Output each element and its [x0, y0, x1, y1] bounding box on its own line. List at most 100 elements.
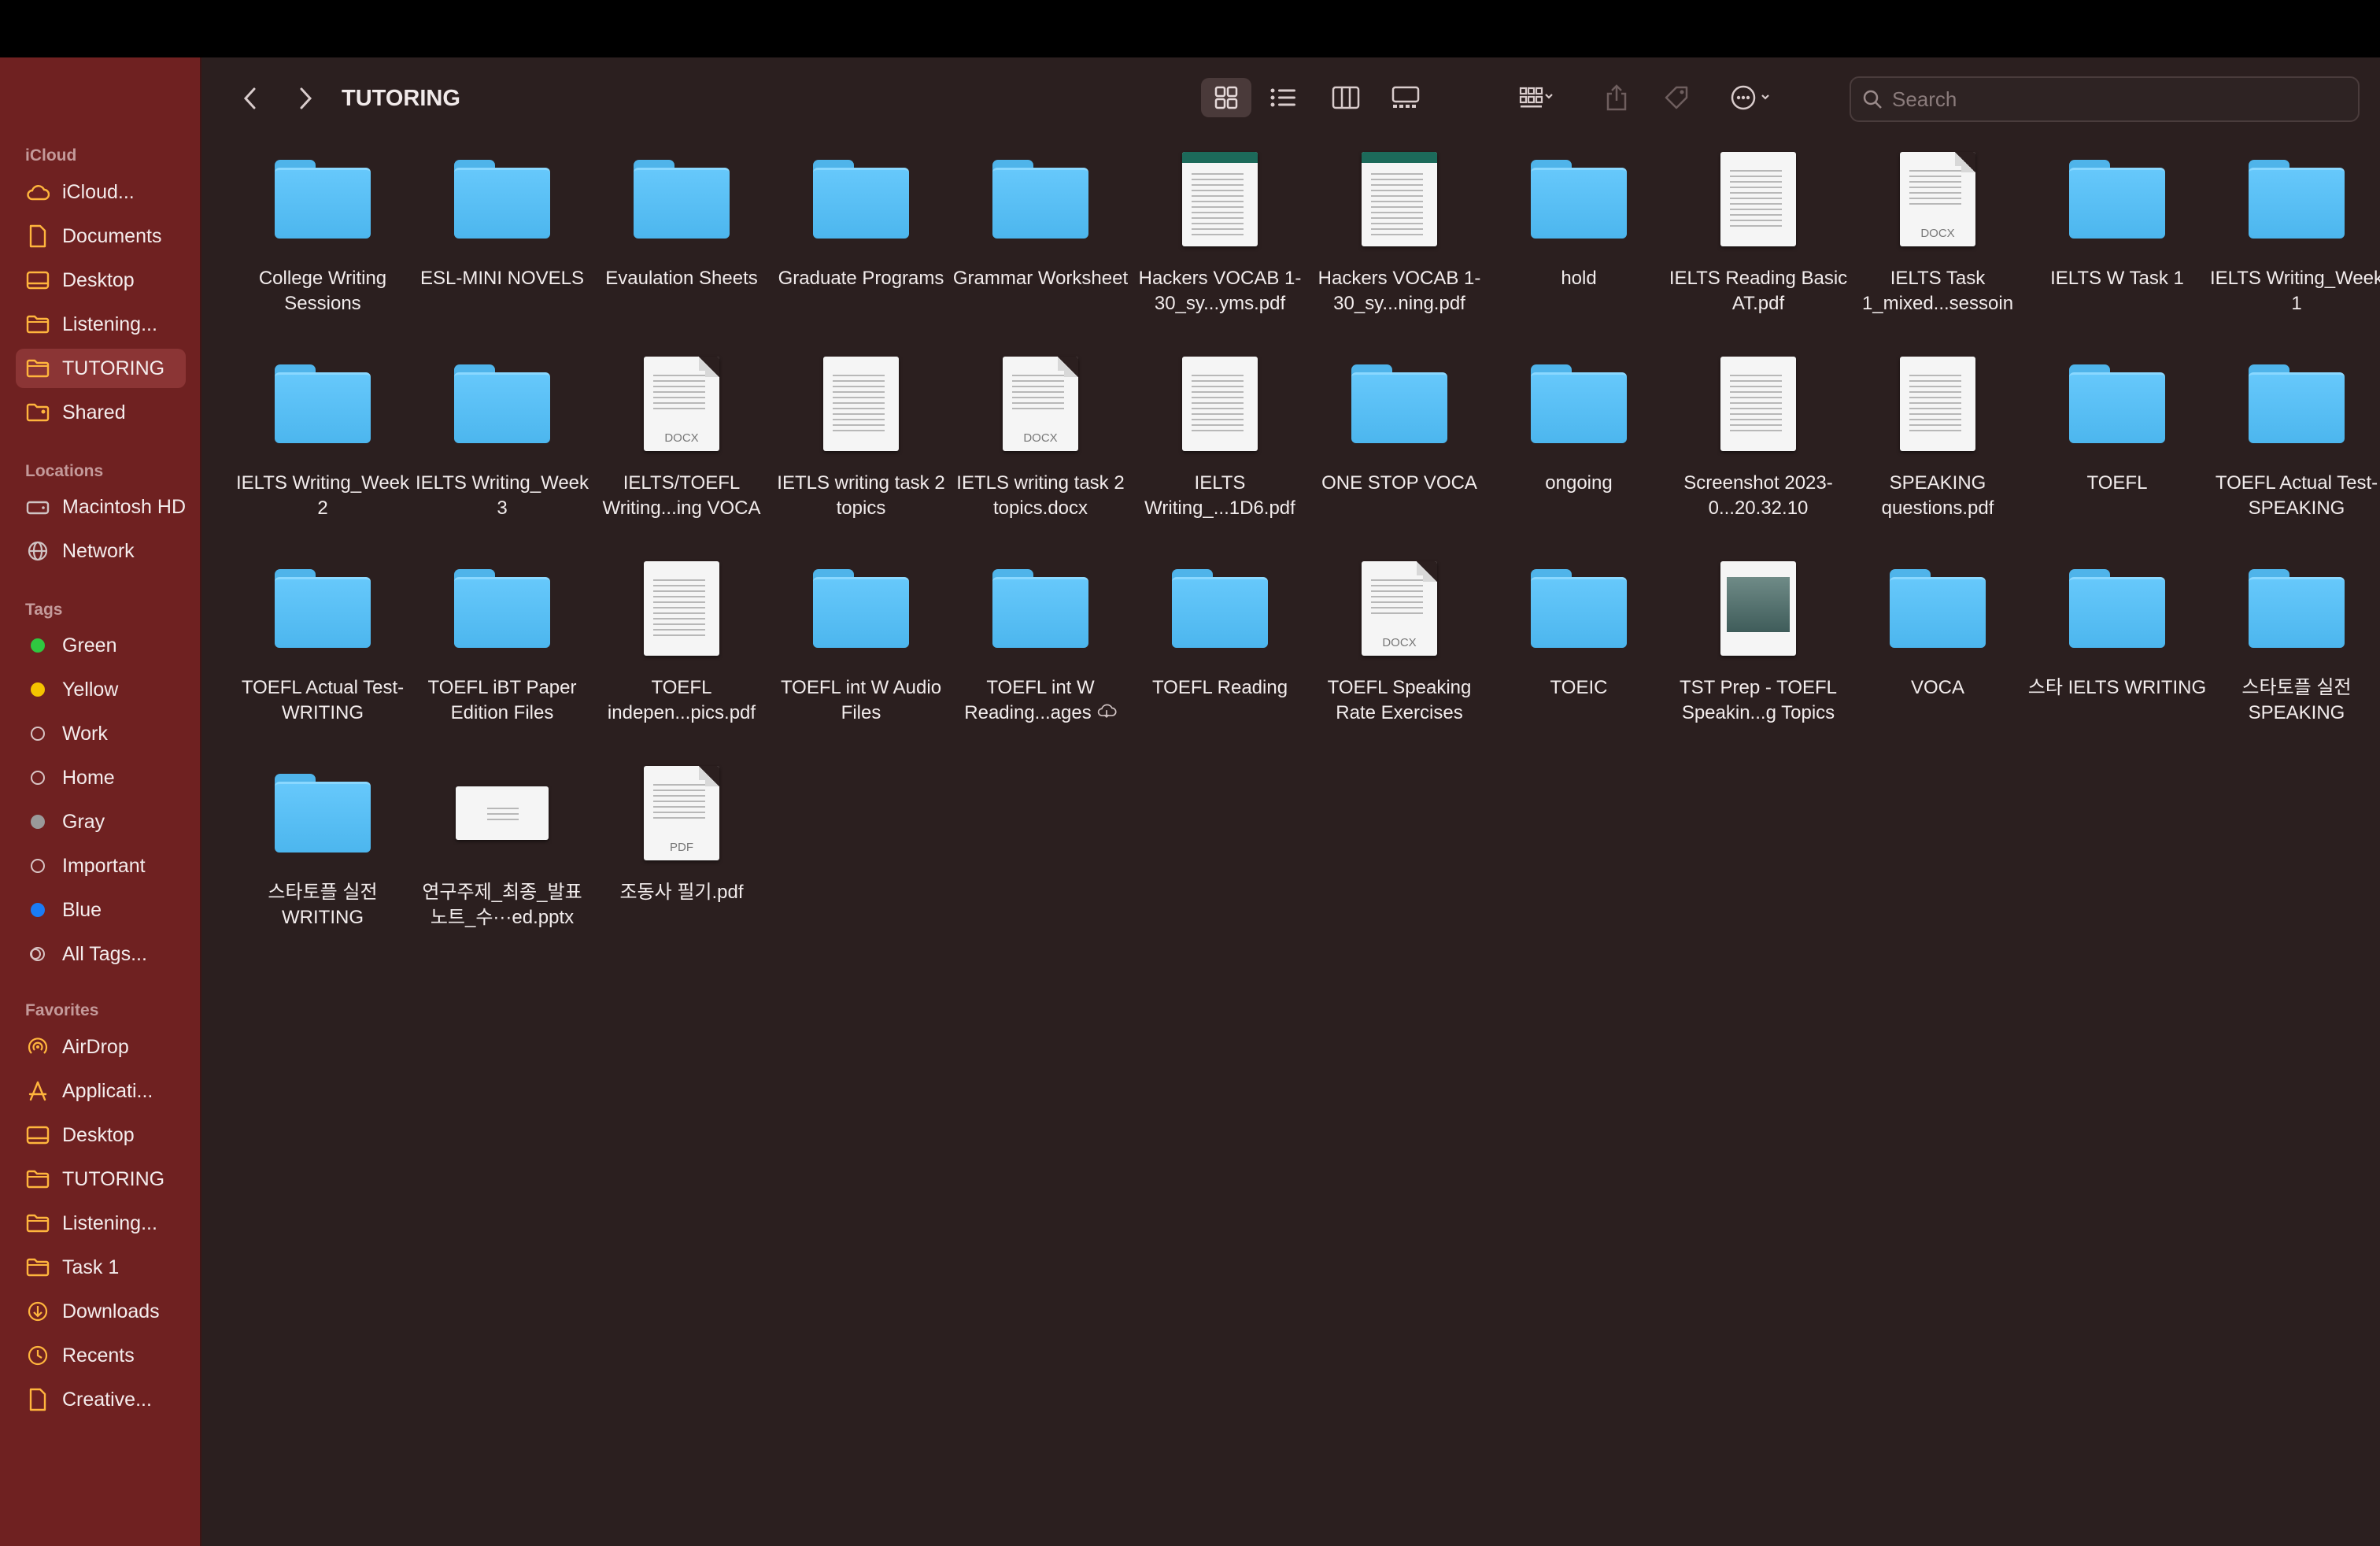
sidebar-tag-yellow[interactable]: Yellow [16, 670, 186, 709]
group-by-icon [1519, 87, 1553, 108]
file-name-label: ONE STOP VOCA [1310, 471, 1489, 496]
file-item[interactable]: DOCX IETLS writing task 2 topics.docx [951, 349, 1130, 538]
sidebar-item-label: Shared [62, 401, 126, 423]
sidebar-item-macintosh-hd[interactable]: Macintosh HD [16, 487, 186, 527]
grid-view-icon [1214, 86, 1238, 109]
folder-item[interactable]: IELTS W Task 1 [2027, 144, 2207, 333]
file-item[interactable]: Hackers VOCAB 1-30_sy...yms.pdf [1130, 144, 1310, 333]
sidebar-item-label: Documents [62, 224, 162, 247]
file-name-text: 스타토플 실전 WRITING [268, 882, 378, 928]
folder-item[interactable]: 스타토플 실전 SPEAKING [2207, 553, 2380, 742]
desktop-icon [25, 268, 50, 292]
file-item[interactable]: TST Prep - TOEFL Speakin...g Topics [1669, 553, 1848, 742]
sidebar-item-shared[interactable]: Shared [16, 393, 186, 432]
sidebar-tag-all-tags[interactable]: All Tags... [16, 934, 186, 974]
folder-item[interactable]: College Writing Sessions [233, 144, 412, 333]
folder-item[interactable]: TOEFL int W Reading...ages [951, 553, 1130, 742]
file-name-label: 조동사 필기.pdf [592, 880, 771, 905]
file-item[interactable]: Hackers VOCAB 1-30_sy...ning.pdf [1310, 144, 1489, 333]
sidebar-item-task-1[interactable]: Task 1 [16, 1248, 186, 1287]
folder-item[interactable]: 스타토플 실전 WRITING [233, 758, 412, 947]
sidebar-item-applicati[interactable]: Applicati... [16, 1071, 186, 1111]
file-item[interactable]: DOCX IELTS/TOEFL Writing...ing VOCA [592, 349, 771, 538]
more-actions-icon [1731, 85, 1769, 110]
sidebar-item-label: TUTORING [62, 1167, 165, 1190]
file-item[interactable]: IELTS Writing_...1D6.pdf [1130, 349, 1310, 538]
column-view-button[interactable] [1322, 78, 1369, 117]
sidebar-item-creative[interactable]: Creative... [16, 1380, 186, 1419]
folder-item[interactable]: TOEIC [1489, 553, 1669, 742]
list-view-button[interactable] [1259, 78, 1306, 117]
file-item[interactable]: IETLS writing task 2 topics [771, 349, 951, 538]
folder-item[interactable]: 스타 IELTS WRITING [2027, 553, 2207, 742]
forward-button[interactable] [288, 81, 323, 116]
folder-item[interactable]: ONE STOP VOCA [1310, 349, 1489, 538]
sidebar-tag-home[interactable]: Home [16, 758, 186, 797]
sidebar-item-tutoring[interactable]: TUTORING [16, 1160, 186, 1199]
sidebar-item-icloud[interactable]: iCloud... [16, 172, 186, 212]
folder-item[interactable]: Grammar Worksheet [951, 144, 1130, 333]
icon-view-button[interactable] [1201, 78, 1251, 117]
more-actions-button[interactable] [1720, 78, 1787, 117]
folder-item[interactable]: ESL-MINI NOVELS [412, 144, 592, 333]
tag-button[interactable] [1654, 78, 1698, 117]
cloud-download-icon[interactable] [1096, 702, 1117, 723]
folder-item[interactable]: hold [1489, 144, 1669, 333]
file-item[interactable]: SPEAKING questions.pdf [1848, 349, 2027, 538]
file-item[interactable]: DOCX IELTS Task 1_mixed...sessoin [1848, 144, 2027, 333]
folder-item[interactable]: TOEFL Reading [1130, 553, 1310, 742]
folder-item[interactable]: Graduate Programs [771, 144, 951, 333]
folder-icon [25, 357, 50, 380]
sidebar-item-desktop[interactable]: Desktop [16, 1115, 186, 1155]
file-item[interactable]: Screenshot 2023-0...20.32.10 [1669, 349, 1848, 538]
group-by-button[interactable] [1503, 78, 1569, 117]
sidebar-item-tutoring[interactable]: TUTORING [16, 349, 186, 388]
sidebar-item-recents[interactable]: Recents [16, 1336, 186, 1375]
folder-item[interactable]: ongoing [1489, 349, 1669, 538]
folder-item[interactable]: VOCA [1848, 553, 2027, 742]
gallery-view-button[interactable] [1382, 78, 1429, 117]
tag-color-dot-icon [25, 634, 50, 657]
sidebar-item-desktop[interactable]: Desktop [16, 261, 186, 300]
folder-item[interactable]: TOEFL Actual Test-SPEAKING [2207, 349, 2380, 538]
shared-folder-icon [25, 401, 50, 424]
file-item[interactable]: PDF 조동사 필기.pdf [592, 758, 771, 947]
file-item[interactable]: IELTS Reading Basic AT.pdf [1669, 144, 1848, 333]
tag-color-dot-icon [25, 810, 50, 834]
sidebar-item-downloads[interactable]: Downloads [16, 1292, 186, 1331]
sidebar-tag-important[interactable]: Important [16, 846, 186, 886]
folder-item[interactable]: TOEFL Actual Test-WRITING [233, 553, 412, 742]
folder-item[interactable]: IELTS Writing_Week 2 [233, 349, 412, 538]
sidebar-item-label: Gray [62, 810, 105, 833]
file-name-label: TOEFL Actual Test-SPEAKING [2207, 471, 2380, 521]
sidebar-item-listening[interactable]: Listening... [16, 1204, 186, 1243]
sidebar-item-listening[interactable]: Listening... [16, 305, 186, 344]
folder-item[interactable]: TOEFL iBT Paper Edition Files [412, 553, 592, 742]
tag-color-dot-icon [25, 854, 50, 878]
back-button[interactable] [233, 81, 268, 116]
folder-item[interactable]: IELTS Writing_Week 3 [412, 349, 592, 538]
search-input[interactable] [1892, 87, 2333, 112]
sidebar-tag-green[interactable]: Green [16, 626, 186, 665]
file-item[interactable]: TOEFL indepen...pics.pdf [592, 553, 771, 742]
sidebar-item-label: Downloads [62, 1300, 160, 1322]
tag-color-dot-icon [25, 898, 50, 922]
document-thumbnail-icon: DOCX [592, 349, 771, 459]
sidebar-item-airdrop[interactable]: AirDrop [16, 1027, 186, 1067]
folder-item[interactable]: IELTS Writing_Week 1 [2207, 144, 2380, 333]
folder-item[interactable]: TOEFL [2027, 349, 2207, 538]
folder-icon [1848, 553, 2027, 664]
document-thumbnail-icon [592, 553, 771, 664]
sidebar-tag-blue[interactable]: Blue [16, 890, 186, 930]
sidebar-item-documents[interactable]: Documents [16, 216, 186, 256]
search-field[interactable] [1850, 76, 2360, 122]
file-item[interactable]: 연구주제_최종_발표 노트_수···ed.pptx [412, 758, 592, 947]
sidebar-item-network[interactable]: Network [16, 531, 186, 571]
folder-item[interactable]: Evaulation Sheets [592, 144, 771, 333]
sidebar-tag-gray[interactable]: Gray [16, 802, 186, 841]
share-button[interactable] [1595, 78, 1639, 117]
file-name-label: VOCA [1848, 675, 2027, 701]
folder-item[interactable]: TOEFL int W Audio Files [771, 553, 951, 742]
sidebar-tag-work[interactable]: Work [16, 714, 186, 753]
file-item[interactable]: DOCX TOEFL Speaking Rate Exercises [1310, 553, 1489, 742]
